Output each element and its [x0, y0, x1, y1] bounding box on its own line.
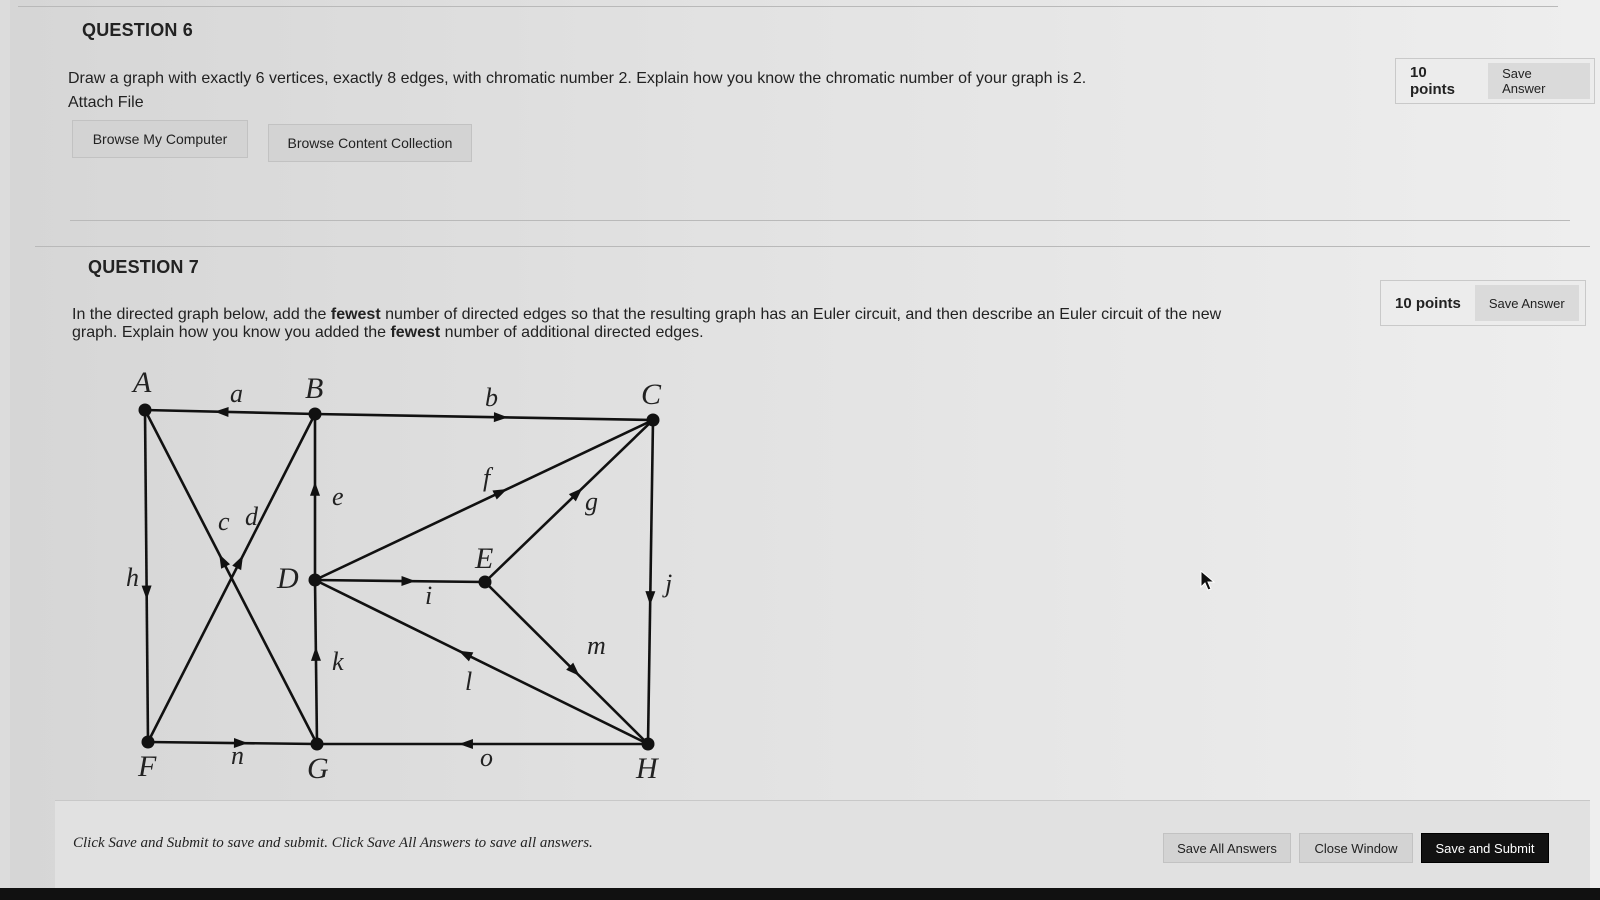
question-7-points-panel: 10 points Save Answer	[1380, 280, 1586, 326]
vertex-label-F: F	[137, 750, 157, 783]
edge-b	[314, 412, 654, 422]
vertex-label-H: H	[635, 752, 660, 785]
arrowhead-l	[458, 650, 474, 662]
vertex-F	[141, 735, 155, 749]
question-6-points: 10 points	[1410, 64, 1455, 98]
edge-m	[484, 581, 649, 745]
vertex-label-C: C	[641, 378, 662, 411]
edge-label-m: m	[587, 631, 606, 660]
attach-file-label: Attach File	[68, 94, 144, 111]
arrowhead-f	[492, 489, 508, 500]
arrowhead-e	[310, 481, 320, 496]
question-7-title: QUESTION 7	[88, 257, 200, 277]
edge-label-g: g	[585, 487, 598, 516]
arrowhead-d	[232, 555, 244, 571]
section-divider	[35, 246, 1590, 247]
arrowhead-k	[310, 646, 321, 661]
edge-label-j: j	[662, 569, 672, 598]
question-6-title: QUESTION 6	[82, 20, 194, 40]
question-6-text: Draw a graph with exactly 6 vertices, ex…	[68, 70, 1087, 87]
emphasis-fewest: fewest	[330, 306, 381, 323]
arrowhead-a	[214, 406, 229, 417]
vertex-label-A: A	[131, 370, 152, 399]
edge-label-b: b	[485, 383, 498, 412]
vertex-label-D: D	[276, 562, 299, 595]
question-7-save-answer-button[interactable]: Save Answer	[1474, 285, 1579, 321]
emphasis-fewest: fewest	[390, 324, 441, 341]
vertex-C	[646, 413, 660, 427]
question-7-points: 10 points	[1395, 294, 1461, 312]
browse-my-computer-button[interactable]: Browse My Computer	[72, 120, 248, 158]
edge-label-i: i	[425, 581, 432, 610]
vertex-B	[308, 407, 322, 421]
directed-graph-figure: a b c d e f g h i j k l m n o A B C D E F G H	[126, 370, 672, 785]
arrowhead-j	[645, 591, 656, 606]
edge-label-l: l	[465, 667, 472, 696]
edge-label-f: f	[483, 463, 494, 492]
arrowhead-h	[141, 585, 152, 600]
save-and-submit-button[interactable]: Save and Submit	[1421, 833, 1549, 863]
vertex-E	[478, 575, 492, 589]
edge-l	[314, 578, 649, 746]
arrowhead-c	[219, 554, 231, 569]
vertex-label-E: E	[474, 542, 493, 575]
edge-i	[314, 578, 486, 584]
save-all-answers-button[interactable]: Save All Answers	[1163, 833, 1291, 863]
question-6-save-answer-button[interactable]: Save Answer	[1488, 63, 1590, 99]
question-6-points-panel: 10 points Save Answer	[1395, 58, 1595, 104]
submit-footer: Click Save and Submit to save and submit…	[55, 800, 1590, 889]
vertex-A	[138, 403, 152, 417]
edge-label-o: o	[480, 743, 493, 772]
vertex-H	[641, 737, 655, 751]
top-divider	[18, 6, 1558, 7]
mouse-cursor-icon	[1200, 570, 1216, 591]
browse-content-collection-button[interactable]: Browse Content Collection	[268, 124, 472, 162]
arrowhead-o	[458, 739, 473, 749]
vertex-label-G: G	[307, 752, 329, 785]
edge-label-n: n	[231, 741, 244, 770]
vertex-G	[310, 737, 324, 751]
vertex-label-B: B	[305, 372, 323, 405]
edge-label-h: h	[126, 563, 139, 592]
edge-h	[143, 409, 150, 743]
edge-label-c: c	[218, 507, 230, 536]
close-window-button[interactable]: Close Window	[1299, 833, 1413, 863]
edge-label-e: e	[332, 482, 344, 511]
screen-bezel	[0, 888, 1600, 900]
edge-label-d: d	[245, 502, 259, 531]
edge-label-a: a	[230, 379, 243, 408]
footer-instructions: Click Save and Submit to save and submit…	[73, 835, 593, 851]
edge-g	[484, 419, 654, 583]
edge-j	[646, 419, 655, 745]
question-6-divider	[70, 220, 1570, 221]
arrowhead-b	[493, 412, 508, 423]
question-7-text: In the directed graph below, add the few…	[72, 306, 1222, 341]
edge-label-k: k	[332, 647, 344, 676]
arrowhead-i	[401, 576, 416, 587]
vertex-D	[308, 573, 322, 587]
edge-k	[313, 579, 319, 745]
edge-a	[144, 408, 316, 416]
